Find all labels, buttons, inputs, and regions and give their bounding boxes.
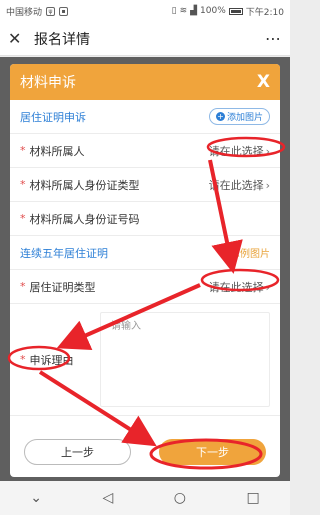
required-asterisk: * <box>20 178 26 191</box>
select-placeholder: 请在此选择 <box>208 280 264 294</box>
battery-percent: 100% <box>200 6 226 16</box>
close-icon[interactable]: ✕ <box>8 29 24 48</box>
page-title: 报名详情 <box>34 31 90 48</box>
system-nav-bar: ⌄ ◁ ○ □ <box>0 481 290 515</box>
id-type-select[interactable]: 请在此选择 › <box>209 177 270 193</box>
field-label: 材料所属人身份证号码 <box>29 212 140 226</box>
add-image-button[interactable]: + 添加图片 <box>208 108 270 125</box>
section-title: 居住证明申诉 <box>20 110 86 124</box>
chevron-right-icon: › <box>265 280 270 294</box>
battery-icon <box>228 7 243 15</box>
field-reason: * 申诉理由 请输入 <box>10 304 280 416</box>
reason-textarea[interactable]: 请输入 <box>100 312 270 407</box>
example-image-link[interactable]: 示例图片 <box>219 245 270 260</box>
field-residence-type[interactable]: * 居住证明类型 请在此选择 › <box>10 270 280 304</box>
required-asterisk: * <box>20 212 26 225</box>
chevron-down-icon[interactable]: ⌄ <box>30 490 42 506</box>
required-asterisk: * <box>20 353 26 366</box>
recents-icon[interactable]: □ <box>246 490 259 506</box>
owner-select[interactable]: 请在此选择 › <box>209 143 270 159</box>
field-label: 材料所属人身份证类型 <box>29 178 140 192</box>
select-placeholder: 请在此选择 <box>208 144 264 158</box>
residence-type-select[interactable]: 请在此选择 › <box>209 279 270 295</box>
prev-step-button[interactable]: 上一步 <box>24 439 131 465</box>
section-title: 连续五年居住证明 <box>20 246 108 260</box>
field-label: 材料所属人 <box>29 144 85 158</box>
image-icon <box>219 248 228 257</box>
section-five-year: 连续五年居住证明 示例图片 <box>10 236 280 270</box>
required-asterisk: * <box>20 280 26 293</box>
usb-icon: ψ <box>46 6 56 16</box>
title-bar: ✕ 报名详情 ⋯ <box>0 22 290 56</box>
field-id-type[interactable]: * 材料所属人身份证类型 请在此选择 › <box>10 168 280 202</box>
field-id-number[interactable]: * 材料所属人身份证号码 <box>10 202 280 236</box>
plus-icon: + <box>215 112 225 121</box>
clock: 下午2:10 <box>245 7 284 18</box>
modal-footer: 上一步 下一步 <box>10 427 280 477</box>
chevron-right-icon: › <box>265 144 270 158</box>
signal-icon: ▟ <box>190 6 198 16</box>
add-image-label: 添加图片 <box>226 113 263 123</box>
home-icon[interactable]: ○ <box>174 490 186 506</box>
next-step-button[interactable]: 下一步 <box>159 439 266 465</box>
back-icon[interactable]: ◁ <box>102 490 113 506</box>
carrier-text: 中国移动 <box>6 7 43 18</box>
required-asterisk: * <box>20 144 26 157</box>
status-bar: 中国移动 ψ ▪ ▯ ≋ ▟ 100% 下午2:10 <box>0 0 290 22</box>
wifi-icon: ≋ <box>179 6 188 16</box>
field-label: 居住证明类型 <box>29 280 96 294</box>
modal-close-button[interactable]: X <box>257 72 270 92</box>
field-owner[interactable]: * 材料所属人 请在此选择 › <box>10 134 280 168</box>
vibrate-icon: ▯ <box>171 6 177 16</box>
select-placeholder: 请在此选择 <box>208 178 264 192</box>
modal-title: 材料申诉 <box>20 75 76 91</box>
appeal-modal: 材料申诉 X 居住证明申诉 + 添加图片 * 材料所属人 请在此选择 › * 材料… <box>10 64 280 477</box>
field-label: 申诉理由 <box>29 353 74 367</box>
more-dots-icon[interactable]: ⋯ <box>265 29 282 48</box>
example-label: 示例图片 <box>230 249 270 260</box>
section-residence-appeal: 居住证明申诉 + 添加图片 <box>10 100 280 134</box>
notification-icon: ▪ <box>59 6 69 16</box>
chevron-right-icon: › <box>265 178 270 192</box>
modal-header: 材料申诉 X <box>10 64 280 100</box>
